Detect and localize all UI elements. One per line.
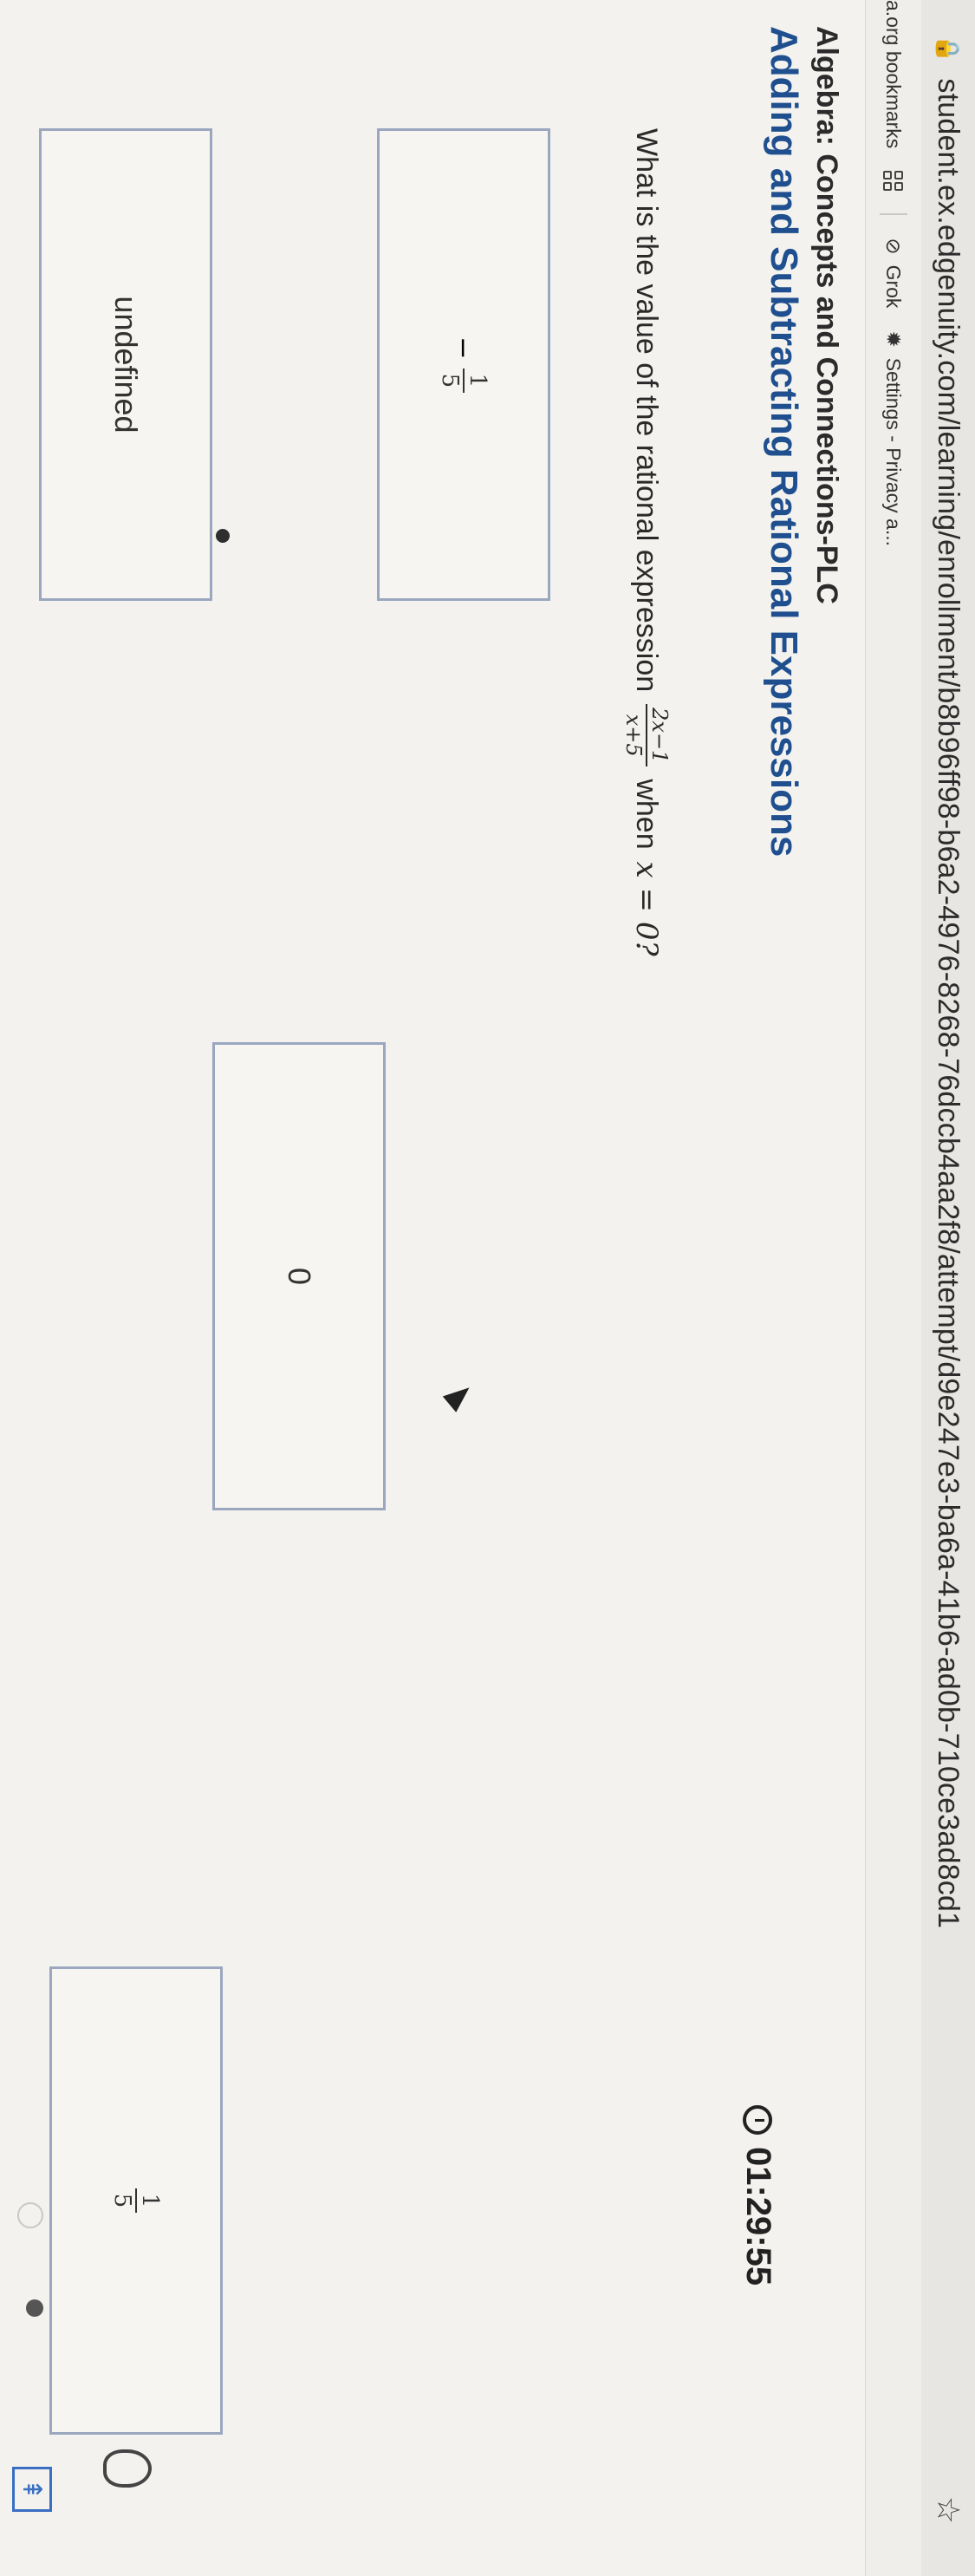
question-condition: x = 0? xyxy=(629,861,664,956)
lesson-title: Adding and Subtracting Rational Expressi… xyxy=(763,26,805,858)
apps-grid-icon[interactable] xyxy=(883,171,904,192)
star-icon[interactable]: ☆ xyxy=(930,2496,966,2524)
choice-numerator: 1 xyxy=(135,2188,163,2214)
fraction-numerator: 2x−1 xyxy=(646,704,672,767)
bookmark-separator xyxy=(880,213,907,216)
choice-fraction: 1 5 xyxy=(437,368,491,394)
url-text[interactable]: student.ex.edgenuity.com/learning/enroll… xyxy=(932,78,965,1928)
timer-value: 01:29:55 xyxy=(739,2147,777,2286)
mouse-cursor-icon xyxy=(442,1379,477,1412)
choice-value: 0 xyxy=(282,1267,317,1286)
question-fraction: 2x−1 x+5 xyxy=(621,704,672,767)
radio-dot xyxy=(26,2299,43,2317)
answer-choice-undefined[interactable]: undefined xyxy=(39,128,212,601)
question-prompt: What is the value of the rational expres… xyxy=(621,128,672,956)
bookmark-label: a.org bookmarks xyxy=(882,0,906,149)
lightbulb-icon[interactable] xyxy=(103,2449,152,2488)
negative-sign: − xyxy=(447,336,480,360)
choice-numerator: 1 xyxy=(463,368,491,394)
answer-choice-one-fifth[interactable]: 1 5 xyxy=(49,1966,223,2435)
choice-fraction: 1 5 xyxy=(109,2188,163,2214)
page-stage: 🔒 student.ex.edgenuity.com/learning/enro… xyxy=(0,0,975,2576)
bookmark-label: Settings - Privacy a... xyxy=(882,357,906,547)
radio-dot xyxy=(216,529,230,543)
bookmark-item[interactable]: a.org bookmarks xyxy=(882,0,906,148)
address-bar[interactable]: 🔒 student.ex.edgenuity.com/learning/enro… xyxy=(920,0,975,2576)
question-when: when xyxy=(630,779,664,850)
course-title: Algebra: Concepts and Connections-PLC xyxy=(810,26,843,604)
lock-icon: 🔒 xyxy=(935,35,962,63)
answer-choice-neg-one-fifth[interactable]: − 1 5 xyxy=(377,128,550,601)
choice-denominator: 5 xyxy=(437,373,463,388)
clock-icon xyxy=(743,2105,773,2135)
choice-denominator: 5 xyxy=(109,2193,135,2208)
arrow-up-icon[interactable]: ⇞ xyxy=(12,2467,52,2512)
choice-value: undefined xyxy=(108,296,144,434)
grok-icon: ⊘ xyxy=(882,238,906,255)
bookmark-settings[interactable]: ✹ Settings - Privacy a... xyxy=(882,330,906,546)
bookmarks-bar: a.org bookmarks ⊘ Grok ✹ Settings - Priv… xyxy=(865,0,921,2576)
answer-choice-zero[interactable]: 0 xyxy=(212,1042,386,1510)
bookmark-label: Grok xyxy=(882,264,906,309)
question-prefix: What is the value of the rational expres… xyxy=(630,128,664,693)
timer: 01:29:55 xyxy=(738,2105,777,2286)
radio-button[interactable] xyxy=(17,2202,43,2228)
bookmark-grok[interactable]: ⊘ Grok xyxy=(882,238,906,308)
gear-icon: ✹ xyxy=(882,330,906,348)
fraction-denominator: x+5 xyxy=(621,714,646,757)
